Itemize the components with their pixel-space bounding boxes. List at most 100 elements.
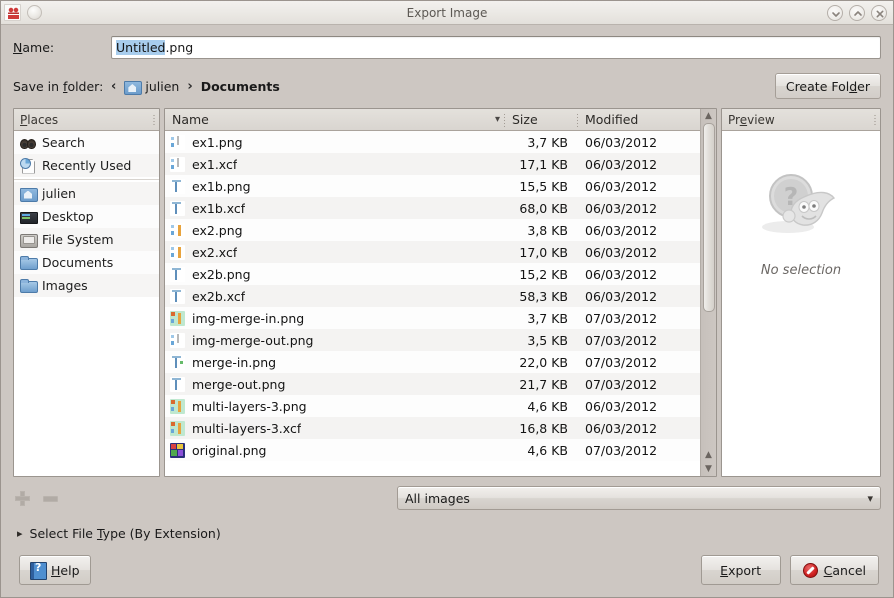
table-row[interactable]: ex2b.png15,2 KB06/03/2012 xyxy=(165,263,700,285)
file-list-scrollbar[interactable]: ▲ ▲ ▼ xyxy=(700,109,716,476)
window-menu-button[interactable] xyxy=(27,5,42,20)
column-header-label: Name xyxy=(172,112,209,127)
table-row[interactable]: ex2.xcf17,0 KB06/03/2012 xyxy=(165,241,700,263)
file-modified-cell: 06/03/2012 xyxy=(578,135,700,150)
sidebar-item-documents[interactable]: Documents xyxy=(14,251,159,274)
create-folder-button[interactable]: Create Folder xyxy=(775,73,881,99)
file-name-cell: ex2b.xcf xyxy=(165,289,505,304)
help-button[interactable]: Help xyxy=(19,555,91,585)
file-thumbnail-icon xyxy=(170,399,185,414)
file-name-label: ex2.xcf xyxy=(192,245,237,260)
minimize-button[interactable] xyxy=(827,5,843,21)
file-name-cell: multi-layers-3.xcf xyxy=(165,421,505,436)
scroll-down-button-2[interactable]: ▼ xyxy=(701,462,717,476)
table-row[interactable]: ex1b.xcf68,0 KB06/03/2012 xyxy=(165,197,700,219)
search-icon xyxy=(20,135,36,151)
file-name-label: merge-out.png xyxy=(192,377,285,392)
file-name-cell: ex1.xcf xyxy=(165,157,505,172)
add-filter-button[interactable] xyxy=(13,489,31,507)
table-row[interactable]: ex2b.xcf58,3 KB06/03/2012 xyxy=(165,285,700,307)
file-name-cell: ex2.png xyxy=(165,223,505,238)
file-type-filter-select[interactable]: All images ▾ xyxy=(397,486,881,510)
file-name-cell: ex1b.xcf xyxy=(165,201,505,216)
file-list: Name ▾ Size Modified ex1.png3,7 KB06/03/… xyxy=(165,109,700,476)
file-thumbnail-icon xyxy=(170,377,185,392)
column-grip-icon[interactable] xyxy=(153,114,155,126)
places-panel: Places Search Recently Used julien xyxy=(13,108,160,477)
sidebar-item-label: Search xyxy=(42,135,85,150)
sidebar-item-search[interactable]: Search xyxy=(14,131,159,154)
file-modified-cell: 06/03/2012 xyxy=(578,201,700,216)
table-row[interactable]: merge-in.png 22,0 KB07/03/2012 xyxy=(165,351,700,373)
file-thumbnail-icon xyxy=(170,289,185,304)
file-name-cell: ex2b.png xyxy=(165,267,505,282)
cancel-button[interactable]: Cancel xyxy=(790,555,879,585)
breadcrumb-item-julien[interactable]: julien xyxy=(122,77,181,96)
breadcrumb-item-documents[interactable]: Documents xyxy=(199,77,282,96)
file-name-cell: multi-layers-3.png xyxy=(165,399,505,414)
file-list-body: ex1.png3,7 KB06/03/2012ex1.xcf17,1 KB06/… xyxy=(165,131,700,476)
maximize-button[interactable] xyxy=(849,5,865,21)
column-header-name[interactable]: Name ▾ xyxy=(165,112,504,127)
file-size-cell: 17,0 KB xyxy=(505,245,578,260)
drive-icon xyxy=(20,232,36,248)
file-name-label: ex2.png xyxy=(192,223,243,238)
cancel-icon xyxy=(803,563,818,578)
file-name-label: img-merge-out.png xyxy=(192,333,313,348)
file-name-label: ex1b.xcf xyxy=(192,201,245,216)
scroll-down-button[interactable]: ▲ xyxy=(701,448,717,462)
table-row[interactable]: multi-layers-3.png4,6 KB06/03/2012 xyxy=(165,395,700,417)
file-name-label: merge-in.png xyxy=(192,355,276,370)
sidebar-item-recently-used[interactable]: Recently Used xyxy=(14,154,159,177)
table-row[interactable]: ex1.png3,7 KB06/03/2012 xyxy=(165,131,700,153)
table-row[interactable]: ex2.png3,8 KB06/03/2012 xyxy=(165,219,700,241)
scrollbar-track[interactable] xyxy=(701,123,717,448)
chevron-right-icon: ▸ xyxy=(17,527,23,540)
file-thumbnail-icon xyxy=(170,355,185,370)
breadcrumb-back-button[interactable]: ‹ xyxy=(111,79,116,94)
breadcrumb-separator: › xyxy=(187,79,192,94)
table-row[interactable]: img-merge-out.png3,5 KB07/03/2012 xyxy=(165,329,700,351)
file-modified-cell: 06/03/2012 xyxy=(578,267,700,282)
file-thumbnail-icon xyxy=(170,201,185,216)
table-row[interactable]: multi-layers-3.xcf16,8 KB06/03/2012 xyxy=(165,417,700,439)
table-row[interactable]: merge-out.png21,7 KB07/03/2012 xyxy=(165,373,700,395)
file-size-cell: 22,0 KB xyxy=(505,355,578,370)
filename-input[interactable]: Untitled.png xyxy=(111,36,881,59)
file-size-cell: 4,6 KB xyxy=(505,443,578,458)
file-name-label: ex1b.png xyxy=(192,179,251,194)
scroll-up-button[interactable]: ▲ xyxy=(701,109,717,123)
sidebar-item-desktop[interactable]: Desktop xyxy=(14,205,159,228)
preview-panel: Preview ? xyxy=(721,108,881,477)
sidebar-item-julien[interactable]: julien xyxy=(14,182,159,205)
column-header-size[interactable]: Size xyxy=(505,112,577,127)
filter-value-label: All images xyxy=(405,491,470,506)
remove-filter-button[interactable] xyxy=(41,489,59,507)
file-name-cell: ex1b.png xyxy=(165,179,505,194)
file-modified-cell: 06/03/2012 xyxy=(578,157,700,172)
file-size-cell: 3,5 KB xyxy=(505,333,578,348)
table-row[interactable]: original.png4,6 KB07/03/2012 xyxy=(165,439,700,461)
export-button[interactable]: Export xyxy=(701,555,781,585)
home-folder-icon xyxy=(20,186,36,202)
column-grip-icon[interactable] xyxy=(874,114,876,126)
file-name-label: multi-layers-3.xcf xyxy=(192,421,301,436)
table-row[interactable]: img-merge-in.png3,7 KB07/03/2012 xyxy=(165,307,700,329)
window-title: Export Image xyxy=(1,6,893,20)
titlebar-left xyxy=(4,4,42,21)
export-image-dialog: Export Image Name: Untitled.png Save in … xyxy=(0,0,894,598)
file-size-cell: 16,8 KB xyxy=(505,421,578,436)
sidebar-item-file-system[interactable]: File System xyxy=(14,228,159,251)
scrollbar-thumb[interactable] xyxy=(703,123,715,312)
table-row[interactable]: ex1.xcf17,1 KB06/03/2012 xyxy=(165,153,700,175)
file-name-cell: img-merge-in.png xyxy=(165,311,505,326)
select-file-type-expander[interactable]: ▸ Select File Type (By Extension) xyxy=(1,511,893,545)
desktop-icon xyxy=(20,209,36,225)
chevron-down-icon: ▾ xyxy=(495,114,500,125)
table-row[interactable]: ex1b.png15,5 KB06/03/2012 xyxy=(165,175,700,197)
file-modified-cell: 07/03/2012 xyxy=(578,355,700,370)
close-button[interactable] xyxy=(871,5,887,21)
column-header-modified[interactable]: Modified xyxy=(578,112,700,127)
sidebar-item-images[interactable]: Images xyxy=(14,274,159,297)
file-name-label: ex2b.png xyxy=(192,267,251,282)
